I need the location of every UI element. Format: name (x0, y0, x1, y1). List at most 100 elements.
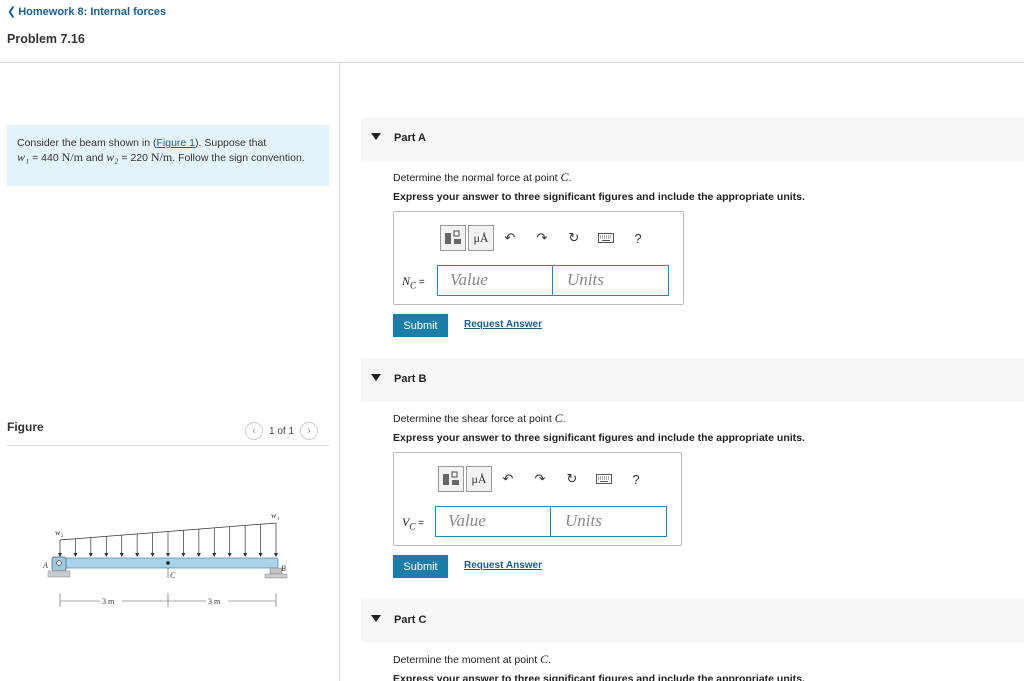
beam-figure[interactable]: 3 m 3 m w 2 w 1 A B C (30, 505, 300, 615)
part-c-prompt: Determine the moment at point C. (393, 652, 552, 666)
part-b-toolbar: μÅ ↶ ↷ ↻ ? (438, 466, 652, 492)
part-b-submit-button[interactable]: Submit (393, 555, 448, 578)
help-button[interactable]: ? (620, 466, 652, 492)
part-a-title: Part A (394, 132, 426, 144)
load-arrow-head (88, 553, 93, 557)
load-arrow-head (274, 553, 278, 557)
problem-statement: Consider the beam shown in (Figure 1). S… (7, 125, 329, 186)
part-b-title: Part B (394, 373, 427, 385)
part-a-units-input[interactable]: Units (552, 265, 669, 296)
redo-button[interactable]: ↷ (524, 466, 556, 492)
chevron-right-icon: › (307, 425, 311, 437)
label-w2-sub: 2 (61, 534, 64, 539)
part-a-prompt: Determine the normal force at point C. (393, 170, 572, 184)
load-arrow-head (181, 553, 186, 557)
load-arrow-head (258, 553, 263, 557)
undo-icon: ↶ (504, 230, 516, 245)
part-a-submit-button[interactable]: Submit (393, 314, 448, 337)
part-c-header[interactable]: Part C (361, 599, 1024, 643)
top-bar: ❮ Homework 8: Internal forces Problem 7.… (0, 0, 1024, 63)
part-c-instruction: Express your answer to three significant… (393, 673, 805, 681)
part-b-answer-box: μÅ ↶ ↷ ↻ ? VC = Value Units (393, 452, 682, 546)
keyboard-button[interactable] (588, 466, 620, 492)
problem-title: Problem 7.16 (7, 32, 85, 46)
point-c-marker (166, 561, 170, 565)
label-w1-sub: 1 (277, 517, 280, 522)
keyboard-icon (596, 474, 612, 484)
help-icon: ? (632, 471, 640, 487)
load-arrows (58, 523, 278, 557)
redo-button[interactable]: ↷ (526, 225, 558, 251)
dimension-label-cb: 3 m (208, 597, 221, 606)
undo-button[interactable]: ↶ (494, 225, 526, 251)
reset-icon: ↻ (566, 471, 578, 486)
collapse-triangle-icon (371, 374, 381, 381)
units-button[interactable]: μÅ (466, 466, 492, 492)
load-arrow-head (73, 553, 78, 557)
reset-button[interactable]: ↻ (556, 466, 588, 492)
load-arrow-head (119, 553, 124, 557)
dimension-label-ac: 3 m (102, 597, 115, 606)
next-figure-button[interactable]: › (300, 422, 319, 440)
prev-figure-button[interactable]: ‹ (245, 422, 263, 440)
figure-heading: Figure (7, 420, 44, 434)
part-a-request-answer-link[interactable]: Request Answer (464, 319, 542, 330)
reset-icon: ↻ (568, 230, 580, 245)
load-arrow-head (196, 553, 201, 557)
reset-button[interactable]: ↻ (558, 225, 590, 251)
keyboard-icon (598, 233, 614, 243)
part-a-variable-label: NC = (402, 274, 425, 291)
redo-icon: ↷ (534, 471, 546, 486)
pin-a (56, 560, 62, 566)
help-button[interactable]: ? (622, 225, 654, 251)
figure-link[interactable]: Figure 1 (157, 137, 196, 149)
load-arrow-head (150, 553, 155, 557)
part-a-header[interactable]: Part A (361, 117, 1024, 161)
part-a-toolbar: μÅ ↶ ↷ ↻ ? (440, 225, 654, 251)
load-arrow-head (212, 553, 217, 557)
units-icon: μÅ (473, 230, 489, 245)
part-a-answer-box: μÅ ↶ ↷ ↻ ? NC = Value Units (393, 211, 684, 305)
assignment-title: Homework 8: Internal forces (18, 5, 167, 18)
load-arrow-head (58, 553, 62, 557)
load-arrow-head (166, 553, 170, 557)
units-button[interactable]: μÅ (468, 225, 494, 251)
undo-button[interactable]: ↶ (492, 466, 524, 492)
load-arrow-head (135, 553, 140, 557)
figure-divider (7, 445, 329, 446)
part-b-prompt: Determine the shear force at point C. (393, 411, 566, 425)
part-a-value-input[interactable]: Value (437, 265, 553, 296)
part-b-instruction: Express your answer to three significant… (393, 432, 805, 444)
part-c-title: Part C (394, 614, 427, 626)
units-icon: μÅ (471, 471, 487, 486)
figure-page-indicator: 1 of 1 (269, 425, 295, 437)
load-arrow-head (227, 553, 232, 557)
back-to-assignment-link[interactable]: ❮ Homework 8: Internal forces (7, 5, 167, 19)
undo-icon: ↶ (502, 471, 514, 486)
templates-icon (443, 471, 459, 485)
chevron-left-icon: ❮ (7, 6, 17, 18)
label-c: C (170, 571, 176, 580)
redo-icon: ↷ (536, 230, 548, 245)
chevron-left-icon: ‹ (252, 425, 256, 437)
label-a: A (42, 561, 48, 570)
ground-a (47, 570, 71, 578)
keyboard-button[interactable] (590, 225, 622, 251)
part-b-header[interactable]: Part B (361, 358, 1024, 402)
label-b: B (281, 564, 286, 573)
figure-pager: ‹ 1 of 1 › (245, 422, 319, 440)
templates-icon (445, 230, 461, 244)
part-b-units-input[interactable]: Units (550, 506, 667, 537)
load-arrow-head (104, 553, 109, 557)
part-b-value-input[interactable]: Value (435, 506, 551, 537)
part-b-request-answer-link[interactable]: Request Answer (464, 560, 542, 571)
collapse-triangle-icon (371, 133, 381, 140)
templates-button[interactable] (438, 466, 464, 492)
part-a-instruction: Express your answer to three significant… (393, 191, 805, 203)
collapse-triangle-icon (371, 615, 381, 622)
help-icon: ? (634, 230, 642, 246)
ground-b (264, 573, 288, 579)
pane-divider (339, 63, 340, 681)
part-b-variable-label: VC = (402, 515, 424, 532)
templates-button[interactable] (440, 225, 466, 251)
